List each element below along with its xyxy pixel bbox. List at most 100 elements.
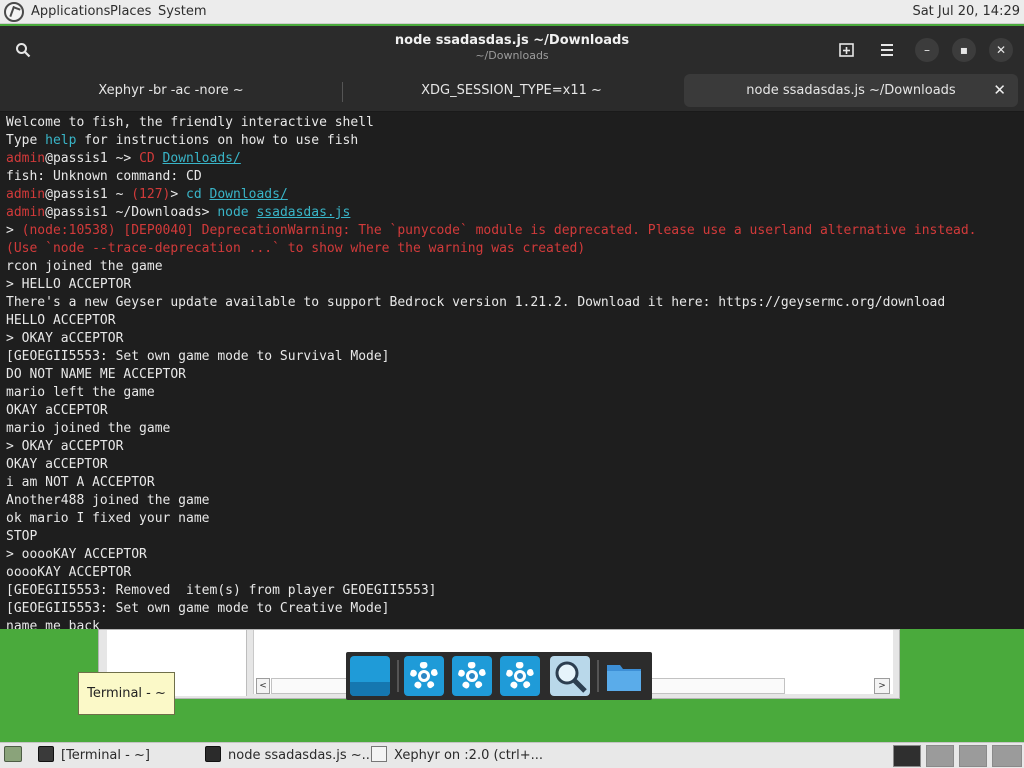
line-text: Another488 joined the game [6, 493, 210, 508]
line-text: Welcome to fish, the friendly interactiv… [6, 115, 374, 130]
maximize-icon[interactable]: ▪ [952, 38, 976, 62]
line-text: i am NOT A ACCEPTOR [6, 475, 155, 490]
tab-xdg-session[interactable]: XDG_SESSION_TYPE=x11 ~ [343, 74, 680, 107]
show-desktop-icon[interactable] [350, 656, 390, 696]
command-arg: Downloads/ [209, 187, 288, 202]
line-text: rcon joined the game [6, 259, 163, 274]
line-text: > [6, 223, 22, 238]
window-subtitle: ~/Downloads [475, 49, 549, 62]
terminal-window: node ssadasdas.js ~/Downloads ~/Download… [0, 26, 1024, 629]
command-text: cd [186, 187, 202, 202]
taskbar-item-terminal[interactable]: [Terminal - ~] [61, 745, 150, 767]
new-tab-icon[interactable] [835, 38, 859, 62]
folder-icon[interactable] [604, 656, 644, 696]
command-arg: Downloads/ [162, 151, 241, 166]
menu-places[interactable]: Places [110, 4, 151, 19]
tab-xephyr[interactable]: Xephyr -br -ac -nore ~ [0, 74, 342, 107]
menu-system[interactable]: System [158, 4, 206, 19]
terminal-icon [38, 746, 54, 762]
output-line: admin@passis1 ~> CD Downloads/ [6, 150, 1020, 168]
workspace-3[interactable] [959, 745, 987, 767]
show-desktop-icon[interactable] [4, 746, 22, 762]
line-text [155, 151, 163, 166]
output-line: > ooooKAY ACCEPTOR [6, 546, 1020, 564]
line-text: > OKAY aCCEPTOR [6, 439, 124, 454]
clock[interactable]: Sat Jul 20, 14:29 [912, 4, 1020, 19]
tab-bar: Xephyr -br -ac -nore ~ XDG_SESSION_TYPE=… [0, 72, 1024, 112]
hamburger-menu-icon[interactable] [875, 38, 899, 62]
distro-logo-icon[interactable] [4, 2, 24, 22]
tooltip: Terminal - ~ [78, 672, 175, 715]
line-text: STOP [6, 529, 38, 544]
warning-text: (Use `node --trace-deprecation ...` to s… [6, 241, 586, 256]
taskbar-item-node[interactable]: node ssadasdas.js ~... [228, 745, 374, 767]
settings-gear-icon[interactable] [500, 656, 540, 696]
tab-label: node ssadasdas.js ~/Downloads [746, 83, 956, 98]
output-line: > HELLO ACCEPTOR [6, 276, 1020, 294]
line-text: name me back [6, 619, 100, 629]
exit-status: (127) [131, 187, 171, 202]
tab-label: Xephyr -br -ac -nore ~ [98, 83, 244, 98]
line-text: fish: Unknown command: CD [6, 169, 202, 184]
output-line: Welcome to fish, the friendly interactiv… [6, 114, 1020, 132]
taskbar-label: [Terminal - ~] [61, 748, 150, 763]
top-panel: Applications Places System Sat Jul 20, 1… [0, 0, 1024, 24]
taskbar-item-xephyr[interactable]: Xephyr on :2.0 (ctrl+... [394, 745, 543, 767]
window-title: node ssadasdas.js ~/Downloads [394, 33, 630, 48]
output-line: There's a new Geyser update available to… [6, 294, 1020, 312]
prompt-path: @passis1 ~ [45, 187, 132, 202]
menu-applications[interactable]: Applications [31, 4, 110, 19]
line-text: > ooooKAY ACCEPTOR [6, 547, 147, 562]
scroll-left-arrow-icon[interactable]: < [256, 678, 270, 694]
workspace-2[interactable] [926, 745, 954, 767]
output-line: Another488 joined the game [6, 492, 1020, 510]
close-tab-icon[interactable]: ✕ [993, 74, 1006, 107]
scroll-right-arrow-icon[interactable]: > [874, 678, 890, 694]
line-text: for instructions on how to use fish [76, 133, 359, 148]
terminal-headerbar[interactable]: node ssadasdas.js ~/Downloads ~/Download… [0, 26, 1024, 72]
command-text: node [217, 205, 249, 220]
output-line: [GEOEGII5553: Removed item(s) from playe… [6, 582, 1020, 600]
output-line: mario left the game [6, 384, 1020, 402]
output-line: DO NOT NAME ME ACCEPTOR [6, 366, 1020, 384]
command-text: CD [139, 151, 155, 166]
output-line: ok mario I fixed your name [6, 510, 1020, 528]
output-line: admin@passis1 ~ (127)> cd Downloads/ [6, 186, 1020, 204]
output-line: admin@passis1 ~/Downloads> node ssadasda… [6, 204, 1020, 222]
line-text: HELLO ACCEPTOR [6, 313, 116, 328]
settings-gear-icon[interactable] [404, 656, 444, 696]
minimize-icon[interactable]: – [915, 38, 939, 62]
magnifier-search-icon[interactable] [550, 656, 590, 696]
line-text: mario joined the game [6, 421, 171, 436]
line-text: OKAY aCCEPTOR [6, 403, 108, 418]
tab-node-ssadasdas[interactable]: node ssadasdas.js ~/Downloads ✕ [684, 74, 1018, 107]
workspace-1[interactable] [893, 745, 921, 767]
tab-label: XDG_SESSION_TYPE=x11 ~ [421, 83, 602, 98]
prompt-user: admin [6, 187, 46, 202]
dock-separator [397, 660, 399, 692]
taskbar-label: Xephyr on :2.0 (ctrl+... [394, 748, 544, 763]
settings-gear-icon[interactable] [452, 656, 492, 696]
line-text: > HELLO ACCEPTOR [6, 277, 132, 292]
line-text: [GEOEGII5553: Set own game mode to Survi… [6, 349, 390, 364]
terminal-icon [205, 746, 221, 762]
output-line: i am NOT A ACCEPTOR [6, 474, 1020, 492]
output-line: [GEOEGII5553: Set own game mode to Survi… [6, 348, 1020, 366]
output-line: > OKAY aCCEPTOR [6, 330, 1020, 348]
line-text: help [45, 133, 77, 148]
warning-text: (node:10538) [DEP0040] DeprecationWarnin… [21, 223, 977, 238]
output-line: ooooKAY ACCEPTOR [6, 564, 1020, 582]
workspace-4[interactable] [992, 745, 1022, 767]
output-line: [GEOEGII5553: Set own game mode to Creat… [6, 600, 1020, 618]
prompt-user: admin [6, 205, 46, 220]
output-line: fish: Unknown command: CD [6, 168, 1020, 186]
terminal-output[interactable]: Welcome to fish, the friendly interactiv… [6, 114, 1020, 629]
line-text: DO NOT NAME ME ACCEPTOR [6, 367, 187, 382]
output-line: (Use `node --trace-deprecation ...` to s… [6, 240, 1020, 258]
dock [346, 652, 652, 700]
line-text: [GEOEGII5553: Set own game mode to Creat… [6, 601, 390, 616]
close-window-icon[interactable]: ✕ [989, 38, 1013, 62]
output-line: > OKAY aCCEPTOR [6, 438, 1020, 456]
line-text: ok mario I fixed your name [6, 511, 210, 526]
taskbar: [Terminal - ~] node ssadasdas.js ~... Xe… [0, 742, 1024, 768]
